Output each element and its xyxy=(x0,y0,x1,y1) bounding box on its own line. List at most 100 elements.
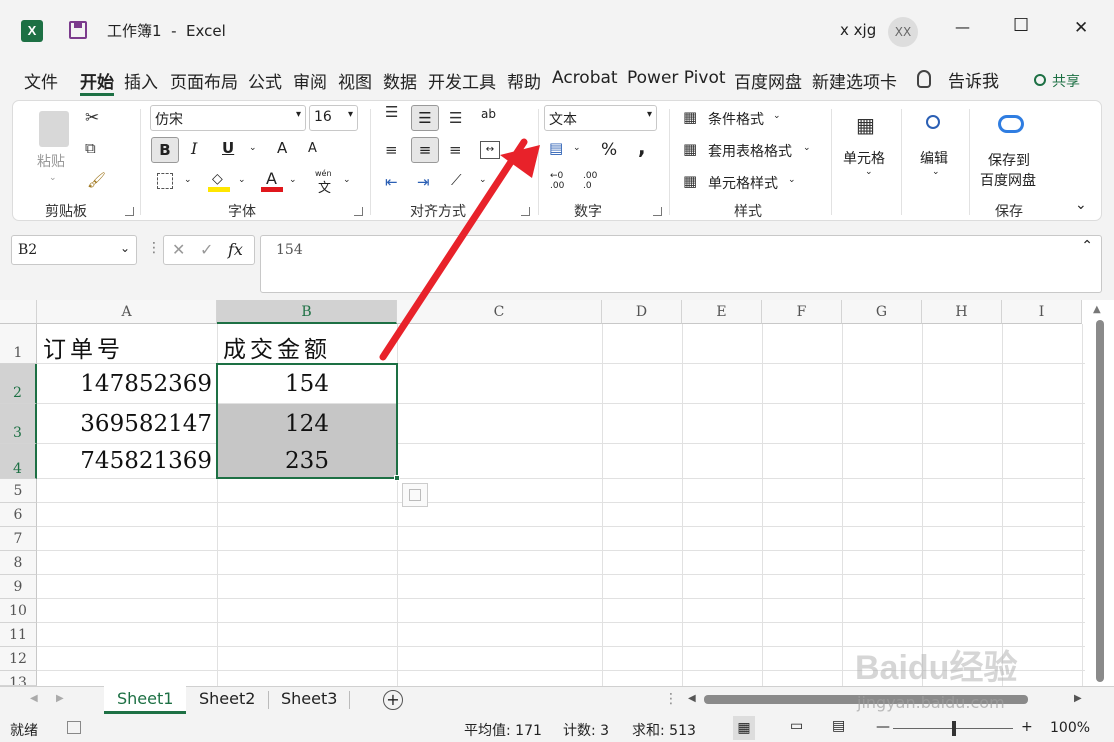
fill-handle[interactable] xyxy=(394,475,400,481)
align-center-icon[interactable]: ≡ xyxy=(411,137,439,163)
row-header-11[interactable]: 11 xyxy=(0,623,37,647)
column-header-a[interactable]: A xyxy=(37,300,217,324)
page-layout-view-icon[interactable]: ▭ xyxy=(790,718,803,734)
scroll-right-icon[interactable]: ▶ xyxy=(56,693,64,704)
editing-button[interactable]: 编辑 xyxy=(920,148,948,168)
decrease-indent-icon[interactable]: ⇤ xyxy=(385,173,398,191)
row-header-1[interactable]: 1 xyxy=(0,324,37,364)
wrap-text-icon[interactable]: ab xyxy=(481,107,496,121)
baidu-cloud-icon[interactable] xyxy=(998,115,1024,133)
row-header-5[interactable]: 5 xyxy=(0,479,37,503)
dialog-launcher-icon[interactable] xyxy=(653,207,662,216)
italic-button[interactable]: I xyxy=(191,139,197,158)
enter-icon[interactable]: ✓ xyxy=(200,240,213,259)
cell-a1[interactable]: 订单号 xyxy=(43,330,124,364)
chevron-down-icon[interactable]: ⌄ xyxy=(479,175,487,185)
tab-baidu-netdisk[interactable]: 百度网盘 xyxy=(734,68,802,93)
format-painter-icon[interactable]: 🖌 xyxy=(87,171,106,189)
sheet-tab-sheet2[interactable]: Sheet2 xyxy=(188,687,268,713)
chevron-down-icon[interactable]: ⌄ xyxy=(573,143,581,153)
borders-icon[interactable] xyxy=(157,173,173,189)
select-all-corner[interactable] xyxy=(0,300,37,324)
formula-bar-grip-icon[interactable]: ⋮ xyxy=(147,240,161,256)
bold-button[interactable]: B xyxy=(151,137,179,163)
font-color-icon[interactable]: A xyxy=(261,169,283,193)
vertical-scroll-up[interactable]: ▲ xyxy=(1093,304,1101,315)
status-average[interactable]: 平均值: 171 xyxy=(464,720,542,740)
chevron-down-icon[interactable]: ⌄ xyxy=(249,143,257,153)
minimize-button[interactable]: — xyxy=(955,18,970,36)
close-button[interactable]: ✕ xyxy=(1074,18,1088,38)
dialog-launcher-icon[interactable] xyxy=(354,207,363,216)
phonetic-button[interactable]: wén 文 xyxy=(315,169,335,196)
row-header-3[interactable]: 3 xyxy=(0,404,37,444)
vertical-scrollbar-thumb[interactable] xyxy=(1096,320,1104,682)
zoom-slider-thumb[interactable] xyxy=(952,721,956,736)
copy-icon[interactable]: ⧉ xyxy=(85,139,96,157)
align-left-icon[interactable]: ≡ xyxy=(385,141,398,159)
chevron-down-icon[interactable]: ⌄ xyxy=(803,143,811,153)
row-header-10[interactable]: 10 xyxy=(0,599,37,623)
column-header-d[interactable]: D xyxy=(602,300,682,324)
cancel-icon[interactable]: ✕ xyxy=(172,240,185,259)
cell-a4[interactable]: 745821369 xyxy=(37,448,212,474)
increase-decimal-button[interactable]: ←0.00 xyxy=(550,171,564,191)
cell-b4[interactable]: 235 xyxy=(217,448,397,474)
chevron-down-icon[interactable]: ⌄ xyxy=(932,167,940,177)
cell-styles-icon[interactable]: ▦ xyxy=(683,172,697,190)
save-icon[interactable] xyxy=(69,21,87,39)
tell-me-search[interactable]: 告诉我 xyxy=(948,67,999,92)
decrease-decimal-button[interactable]: .00.0 xyxy=(583,171,597,191)
tab-new-tab[interactable]: 新建选项卡 xyxy=(812,68,897,93)
normal-view-icon[interactable]: ▦ xyxy=(733,716,755,740)
status-count[interactable]: 计数: 3 xyxy=(563,720,609,740)
tab-acrobat[interactable]: Acrobat xyxy=(552,68,618,88)
merge-center-icon[interactable]: ↔ xyxy=(480,141,500,159)
increase-indent-icon[interactable]: ⇥ xyxy=(417,173,430,191)
percent-button[interactable]: % xyxy=(601,140,617,160)
column-header-e[interactable]: E xyxy=(682,300,762,324)
add-sheet-button[interactable]: + xyxy=(383,690,403,710)
user-name[interactable]: x xjg xyxy=(840,21,876,39)
cell-b3[interactable]: 124 xyxy=(217,411,397,437)
conditional-format-button[interactable]: 条件格式 xyxy=(708,109,764,129)
font-name-select[interactable]: 仿宋 ▾ xyxy=(150,105,306,131)
tab-view[interactable]: 视图 xyxy=(338,68,372,93)
tab-formulas[interactable]: 公式 xyxy=(248,68,282,93)
row-header-8[interactable]: 8 xyxy=(0,551,37,575)
row-header-6[interactable]: 6 xyxy=(0,503,37,527)
table-format-icon[interactable]: ▦ xyxy=(683,140,697,158)
dialog-launcher-icon[interactable] xyxy=(521,207,530,216)
horizontal-scroll-right[interactable]: ▶ xyxy=(1074,693,1082,704)
collapse-ribbon-icon[interactable]: ⌄ xyxy=(1075,197,1087,213)
scroll-left-icon[interactable]: ◀ xyxy=(30,693,38,704)
dialog-launcher-icon[interactable] xyxy=(125,207,134,216)
page-break-view-icon[interactable]: ▤ xyxy=(832,718,845,734)
collapse-formula-icon[interactable]: ⌃ xyxy=(1081,238,1093,254)
column-header-b[interactable]: B xyxy=(217,300,397,324)
align-right-icon[interactable]: ≡ xyxy=(449,141,462,159)
number-format-select[interactable]: 文本 ▾ xyxy=(544,105,657,131)
conditional-format-icon[interactable]: ▦ xyxy=(683,108,697,126)
macro-record-icon[interactable] xyxy=(67,721,81,734)
chevron-down-icon[interactable]: ⌄ xyxy=(238,175,246,185)
align-middle-icon[interactable]: ☰ xyxy=(411,105,439,131)
formula-input[interactable]: 154 ⌃ xyxy=(260,235,1102,293)
column-header-h[interactable]: H xyxy=(922,300,1002,324)
row-header-9[interactable]: 9 xyxy=(0,575,37,599)
fill-color-icon[interactable]: ◇ xyxy=(208,169,230,193)
orientation-icon[interactable]: ⟋ xyxy=(451,171,462,189)
cell-b1[interactable]: 成交金额 xyxy=(223,330,331,364)
tab-review[interactable]: 审阅 xyxy=(293,68,327,93)
chevron-down-icon[interactable]: ⌄ xyxy=(289,175,297,185)
cell-b2[interactable]: 154 xyxy=(217,371,397,397)
tab-data[interactable]: 数据 xyxy=(383,68,417,93)
search-icon[interactable] xyxy=(926,115,940,129)
status-sum[interactable]: 求和: 513 xyxy=(632,720,696,740)
align-bottom-icon[interactable]: ☰ xyxy=(449,109,462,127)
underline-button[interactable]: U xyxy=(222,139,234,157)
cell-a2[interactable]: 147852369 xyxy=(37,371,212,397)
share-button[interactable]: 共享 xyxy=(1052,71,1080,91)
save-to-baidu-line1[interactable]: 保存到 xyxy=(988,150,1030,170)
comma-button[interactable]: , xyxy=(638,135,646,159)
